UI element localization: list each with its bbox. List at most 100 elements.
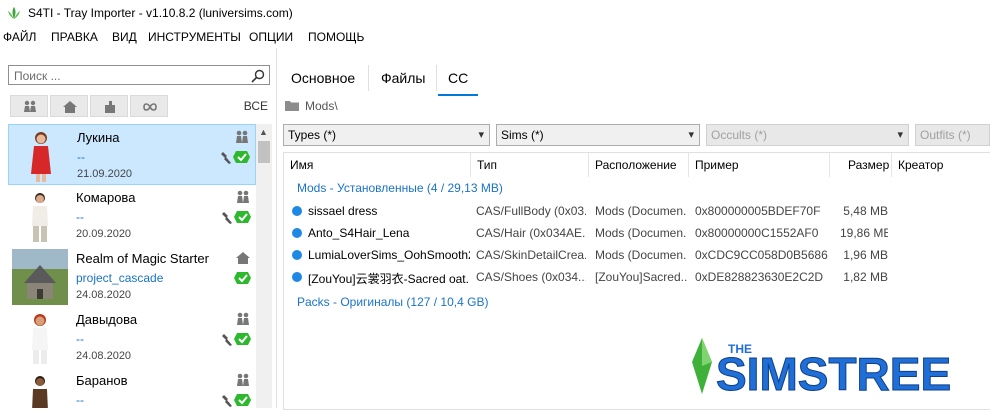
folder-icon bbox=[285, 101, 299, 111]
row-example: 0xCDC9CC058D0B5686 bbox=[695, 248, 828, 262]
cc-tag-icon bbox=[234, 272, 251, 284]
tab-general[interactable]: Основное bbox=[281, 66, 365, 90]
search-input[interactable]: Поиск ... bbox=[14, 69, 61, 83]
tray-item-creator: project_cascade bbox=[76, 271, 164, 285]
filter-lots-button[interactable] bbox=[50, 95, 88, 117]
tray-list-pane: Поиск ... ВСЕ Лукина -- 21.09.2020 Комар… bbox=[0, 48, 277, 408]
tab-divider bbox=[368, 65, 369, 91]
app-logo-icon bbox=[8, 7, 20, 19]
column-creator-label: Креатор bbox=[898, 158, 944, 172]
search-box[interactable]: Поиск ... bbox=[8, 65, 270, 85]
row-size: 1,96 MB bbox=[843, 248, 888, 262]
group-header-packs[interactable]: Packs - Оригиналы (127 / 10,4 GB) bbox=[297, 295, 488, 309]
status-dot-icon bbox=[292, 228, 302, 238]
lots-icon bbox=[63, 101, 77, 113]
table-row[interactable]: Anto_S4Hair_Lena CAS/Hair (0x034AE... Mo… bbox=[284, 223, 990, 245]
types-filter-value: Types (*) bbox=[288, 128, 337, 142]
tray-item[interactable]: Комарова -- 20.09.2020 bbox=[8, 185, 256, 246]
column-header-type[interactable]: Тип bbox=[471, 153, 589, 177]
menu-help[interactable]: ПОМОЩЬ bbox=[308, 30, 364, 44]
sims-household-icon bbox=[237, 190, 249, 203]
types-filter-select[interactable]: Types (*) ▾ bbox=[283, 124, 490, 146]
outfits-filter-value: Outfits (*) bbox=[920, 128, 971, 142]
column-example-label: Пример bbox=[695, 158, 739, 172]
row-size: 1,82 MB bbox=[843, 270, 888, 284]
scroll-up-arrow-icon[interactable]: ▲ bbox=[259, 127, 268, 137]
menu-edit[interactable]: ПРАВКА bbox=[51, 30, 98, 44]
tray-item-date: 20.09.2020 bbox=[76, 228, 132, 240]
row-example: 0x800000005BDEF70F bbox=[695, 204, 821, 218]
tray-item-name: Давыдова bbox=[76, 312, 138, 327]
watermark-text: SIMSTREE bbox=[716, 348, 951, 396]
table-row[interactable]: sissael dress CAS/FullBody (0x03... Mods… bbox=[284, 201, 990, 223]
row-name: sissael dress bbox=[308, 204, 378, 218]
search-icon[interactable] bbox=[250, 68, 266, 84]
column-location-label: Расположение bbox=[595, 158, 677, 172]
sim-avatar bbox=[31, 132, 51, 182]
tab-bar: Основное Файлы CC bbox=[277, 60, 990, 96]
tray-item-list: Лукина -- 21.09.2020 Комарова -- 20.09.2… bbox=[8, 124, 256, 408]
column-name-label: Имя bbox=[290, 158, 314, 172]
row-example: 0x80000000C1552AF0 bbox=[695, 226, 819, 240]
tab-cc[interactable]: CC bbox=[438, 66, 479, 96]
chevron-down-icon: ▾ bbox=[478, 129, 484, 141]
simstree-watermark-logo: THE SIMSTREE bbox=[692, 338, 952, 396]
column-header-location[interactable]: Расположение bbox=[589, 153, 689, 177]
list-scrollbar[interactable]: ▲ bbox=[256, 124, 272, 408]
sims-household-icon bbox=[236, 130, 248, 143]
status-dot-icon bbox=[292, 272, 302, 282]
column-size-label: Размер bbox=[848, 158, 890, 172]
lot-thumbnail bbox=[12, 249, 68, 305]
column-type-label: Тип bbox=[477, 158, 498, 172]
tray-item-date: 24.08.2020 bbox=[76, 289, 132, 301]
sims-filter-select[interactable]: Sims (*) ▾ bbox=[496, 124, 700, 146]
group-header-installed[interactable]: Mods - Установленные (4 / 29,13 MB) bbox=[297, 181, 503, 195]
tray-item-name: Комарова bbox=[76, 190, 136, 205]
tray-item[interactable]: Давыдова -- 24.08.2020 bbox=[8, 307, 256, 368]
tray-item-creator: -- bbox=[76, 332, 84, 346]
tray-item-name: Realm of Magic Starter bbox=[76, 251, 209, 266]
outfits-filter-select: Outfits (*) bbox=[915, 124, 990, 146]
table-row[interactable]: [ZouYou]云裳羽衣-Sacred oat... CAS/Shoes (0x… bbox=[284, 267, 990, 289]
menu-tools[interactable]: ИНСТРУМЕНТЫ bbox=[148, 30, 241, 44]
filter-infinity-button[interactable] bbox=[130, 95, 168, 117]
menu-bar: ФАЙЛ ПРАВКА ВИД ИНСТРУМЕНТЫ ОПЦИИ ПОМОЩЬ bbox=[0, 28, 990, 48]
tray-item-name: Лукина bbox=[77, 130, 120, 145]
tray-item-creator: -- bbox=[77, 150, 85, 164]
tab-files[interactable]: Файлы bbox=[371, 66, 435, 90]
tray-item-creator: -- bbox=[76, 393, 84, 407]
tray-item[interactable]: Лукина -- 21.09.2020 bbox=[8, 124, 256, 185]
chevron-down-icon: ▾ bbox=[897, 129, 903, 141]
sims-household-icon bbox=[237, 312, 249, 325]
tray-item[interactable]: Realm of Magic Starter project_cascade 2… bbox=[8, 246, 256, 307]
menu-view[interactable]: ВИД bbox=[112, 30, 137, 44]
row-location: Mods (Documen... bbox=[595, 226, 687, 240]
column-header-creator[interactable]: Креатор bbox=[892, 153, 990, 177]
tab-divider bbox=[436, 65, 437, 91]
sim-avatar bbox=[32, 314, 48, 364]
filter-households-button[interactable] bbox=[10, 95, 48, 117]
tray-item[interactable]: Баранов -- bbox=[8, 368, 256, 408]
row-example: 0xDE828823630E2C2D bbox=[695, 270, 824, 284]
filter-all-button[interactable]: ВСЕ bbox=[244, 99, 268, 113]
row-location: [ZouYou]Sacred... bbox=[595, 270, 687, 284]
row-type: CAS/FullBody (0x03... bbox=[476, 204, 586, 218]
sim-avatar bbox=[32, 193, 48, 242]
row-name: Anto_S4Hair_Lena bbox=[308, 226, 410, 240]
menu-options[interactable]: ОПЦИИ bbox=[249, 30, 293, 44]
column-header-name[interactable]: Имя bbox=[284, 153, 471, 177]
row-size: 5,48 MB bbox=[843, 204, 888, 218]
column-header-size[interactable]: Размер bbox=[830, 153, 892, 177]
menu-file[interactable]: ФАЙЛ bbox=[3, 30, 36, 44]
type-filter-bar: ВСЕ bbox=[10, 95, 272, 119]
table-row[interactable]: LumiaLoverSims_OohSmooth2... CAS/SkinDet… bbox=[284, 245, 990, 267]
filter-rooms-button[interactable] bbox=[90, 95, 128, 117]
chevron-down-icon: ▾ bbox=[688, 129, 694, 141]
row-size: 19,86 MB bbox=[840, 226, 888, 240]
status-dot-icon bbox=[292, 206, 302, 216]
occults-filter-select: Occults (*) ▾ bbox=[706, 124, 909, 146]
cc-tools-icon bbox=[222, 394, 251, 407]
scrollbar-thumb[interactable] bbox=[258, 141, 270, 163]
row-type: CAS/Shoes (0x034... bbox=[476, 270, 586, 284]
column-header-example[interactable]: Пример bbox=[689, 153, 830, 177]
